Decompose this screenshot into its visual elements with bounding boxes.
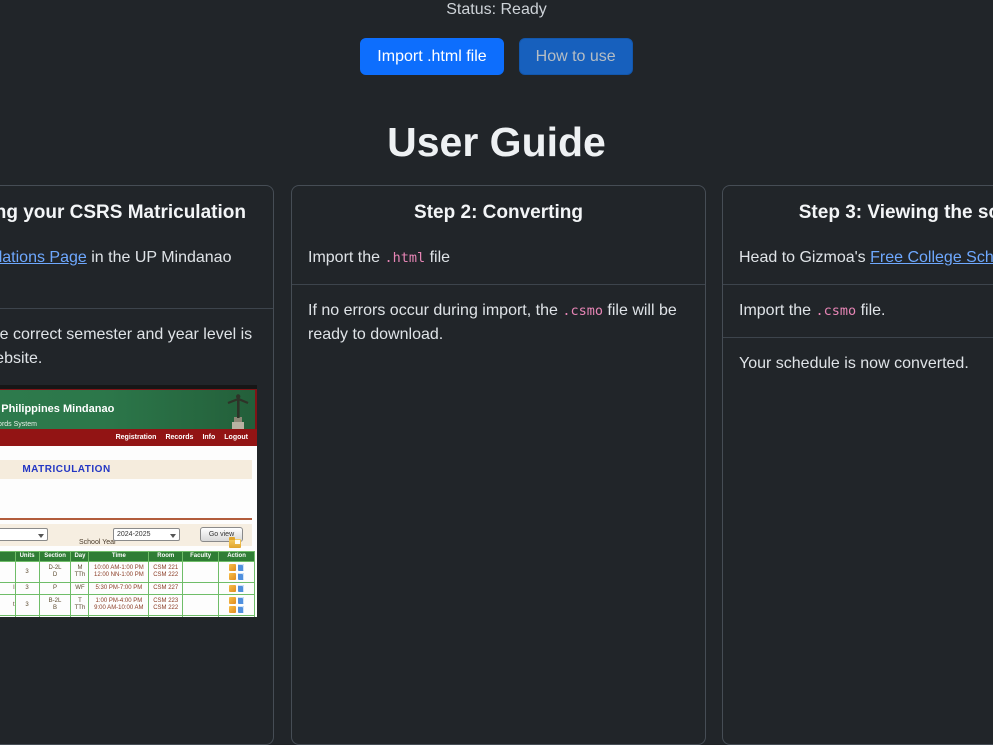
matriculation-heading: MATRICULATION <box>0 460 252 479</box>
table-header-row: Units Section Day Time Room Faculty Acti… <box>0 552 255 562</box>
copy-icon <box>238 606 245 613</box>
step2-item-2-text: If no errors occur during import, the <box>308 302 563 319</box>
csrs-nav-logout: Logout <box>224 433 248 441</box>
header-units: Units <box>15 552 40 562</box>
school-year-select: 2024-2025 <box>113 528 180 541</box>
csrs-banner: University of the Philippines Mindanao C… <box>0 390 257 430</box>
step3-card-title: Step 3: Viewing the schedule <box>798 202 993 223</box>
toolbar: Import .html file How to use <box>0 38 993 75</box>
header-action: Action <box>219 552 255 562</box>
folder-icon <box>229 537 241 548</box>
header-time: Time <box>89 552 150 562</box>
page-title: User Guide <box>387 119 606 165</box>
step3-item-3-text: Your schedule is now converted. <box>739 355 969 372</box>
step2-card: Step 2: Converting Import the .html file… <box>291 185 706 745</box>
csrs-nav-info: Info <box>202 433 216 441</box>
header-room: Room <box>149 552 184 562</box>
step3-item-1-text: Head to Gizmoa's <box>739 249 871 266</box>
step1-item-1: Go to the Matriculations Page in the UP … <box>0 232 273 308</box>
edit-icon <box>229 573 237 580</box>
how-to-use-button[interactable]: How to use <box>518 38 633 75</box>
table-row: er 3 C-3L M 1:00 PM-4:00 PM CSM 225a <box>0 616 255 617</box>
header-day: Day <box>71 552 90 562</box>
step3-item-2: Import the .csmo file. <box>723 284 993 337</box>
step2-card-title: Step 2: Converting <box>414 202 583 223</box>
csmo-extension-code: .csmo <box>815 303 857 319</box>
step1-card: Step 1: Saving your CSRS Matriculation G… <box>0 185 274 745</box>
step3-item-2-text: Import the <box>739 302 816 319</box>
csrs-navbar: Registration Records Info Logout <box>0 429 257 446</box>
csmo-extension-code: .csmo <box>562 303 603 319</box>
header-course <box>0 552 16 562</box>
table-row: t 3 B-2L B T TTh 1:00 PM-4:00 PM 9:00 AM-10… <box>0 595 255 616</box>
step2-item-1-text2: file <box>425 249 451 266</box>
step3-item-2-text2: file. <box>856 302 886 319</box>
status-text: Status: Ready <box>446 1 547 18</box>
step1-item-2-text: Make sure that the correct semester and … <box>0 326 253 367</box>
copy-icon <box>238 564 245 571</box>
schoolyear-form: School Year 2024-2025 Go view <box>0 524 252 546</box>
matriculations-page-link[interactable]: Matriculations Page <box>0 249 87 266</box>
copy-icon <box>238 597 245 604</box>
step3-card: Step 3: Viewing the schedule Head to Giz… <box>722 185 993 745</box>
step1-item-2: Make sure that the correct semester and … <box>0 308 273 631</box>
step2-item-2: If no errors occur during import, the .c… <box>292 284 705 361</box>
step3-item-3: Your schedule is now converted. <box>723 337 993 390</box>
semester-select <box>0 528 48 541</box>
step1-card-title: Step 1: Saving your CSRS Matriculation <box>0 202 246 223</box>
import-html-button[interactable]: Import .html file <box>360 38 504 75</box>
header-section: Section <box>39 552 72 562</box>
step2-item-1: Import the .html file <box>292 232 705 284</box>
edit-icon <box>229 585 237 592</box>
step3-item-1: Head to Gizmoa's Free College Schedule M… <box>723 232 993 284</box>
free-college-schedule-maker-link[interactable]: Free College Schedule Maker <box>870 249 993 266</box>
edit-icon <box>229 597 237 604</box>
csrs-nav-records: Records <box>165 433 194 441</box>
copy-icon <box>238 585 245 592</box>
csrs-nav-registration: Registration <box>115 433 157 441</box>
html-extension-code: .html <box>384 250 426 266</box>
matriculation-table: Units Section Day Time Room Faculty Acti… <box>0 551 255 617</box>
table-row: l 3 P WF 5:30 PM-7:00 PM CSM 227 <box>0 583 255 595</box>
edit-icon <box>229 606 237 613</box>
header-faculty: Faculty <box>183 552 220 562</box>
table-row: 3 D-2L D M TTh 10:00 AM-1:00 PM 12:00 NN-1:… <box>0 562 255 583</box>
copy-icon <box>238 573 245 580</box>
screenshot-divider <box>0 518 252 520</box>
edit-icon <box>229 564 237 571</box>
step2-item-1-text: Import the <box>308 249 385 266</box>
oblation-statue-icon <box>227 394 249 430</box>
csrs-screenshot: University of the Philippines Mindanao C… <box>0 385 257 617</box>
